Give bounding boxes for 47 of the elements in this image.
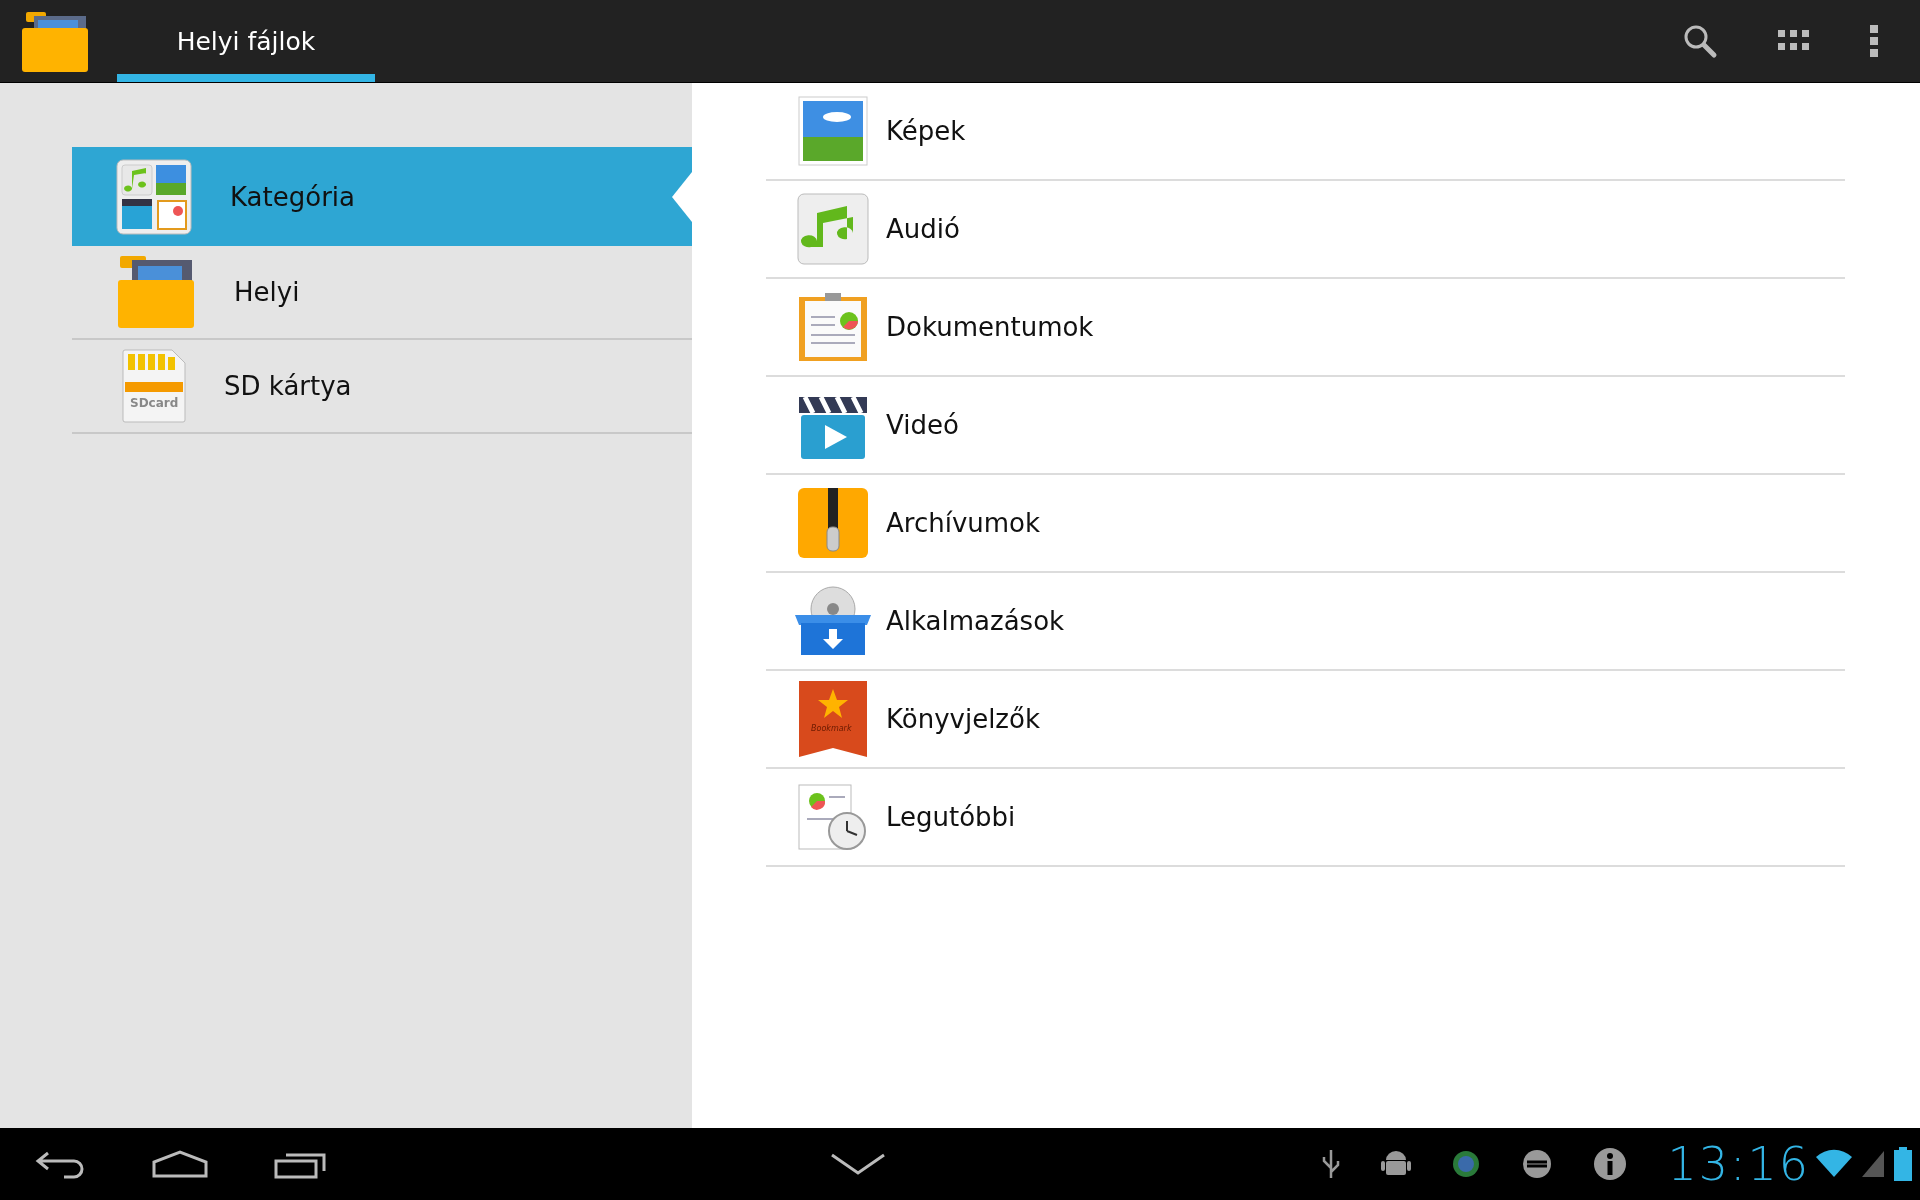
sd-card-label: SDcard — [130, 396, 179, 410]
sd-card-icon — [122, 349, 186, 423]
category-item[interactable]: Archívumok — [766, 475, 1845, 573]
sidebar-item[interactable]: Helyi — [72, 246, 692, 340]
sidebar-label: SD kártya — [224, 371, 352, 401]
category-label: Audió — [886, 214, 960, 244]
sidebar-label: Kategória — [230, 181, 355, 212]
document-clock-icon — [797, 781, 869, 853]
bookmark-label: Bookmark — [811, 724, 852, 734]
search-icon[interactable] — [1682, 23, 1718, 59]
overflow-menu-icon[interactable] — [1870, 25, 1878, 57]
folder-icon — [116, 254, 196, 330]
usb-icon — [1321, 1148, 1342, 1180]
grid-icon[interactable] — [1778, 30, 1810, 52]
category-item[interactable]: Legutóbbi — [766, 769, 1845, 867]
category-label: Könyvjelzők — [886, 704, 1040, 734]
globe-icon — [1451, 1148, 1482, 1180]
category-label: Dokumentumok — [886, 312, 1094, 342]
category-item[interactable]: Audió — [766, 181, 1845, 279]
landscape-photo-icon — [797, 95, 869, 167]
cell-signal-icon — [1860, 1149, 1886, 1179]
category-label: Alkalmazások — [886, 606, 1065, 636]
clock: 13:16 — [1667, 1137, 1810, 1191]
sidebar-label: Helyi — [234, 277, 300, 307]
zipper-icon — [797, 487, 869, 559]
category-grid-icon — [116, 158, 192, 235]
music-note-icon — [797, 193, 869, 265]
category-label: Archívumok — [886, 508, 1041, 538]
category-item[interactable]: Videó — [766, 377, 1845, 475]
home-icon[interactable] — [152, 1150, 208, 1178]
bookmark-ribbon-icon — [799, 681, 867, 757]
info-icon — [1593, 1147, 1628, 1181]
category-item[interactable]: Képek — [766, 83, 1845, 181]
box-download-icon — [793, 585, 873, 657]
category-label: Videó — [886, 410, 959, 440]
category-label: Legutóbbi — [886, 802, 1016, 832]
category-label: Képek — [886, 116, 966, 146]
sidebar-item[interactable]: Kategória — [72, 147, 692, 246]
back-icon[interactable] — [34, 1149, 86, 1179]
battery-icon — [1894, 1147, 1912, 1181]
category-item[interactable]: Dokumentumok — [766, 279, 1845, 377]
wifi-icon — [1816, 1149, 1852, 1179]
sidebar-item[interactable]: SDcard SD kártya — [72, 340, 692, 434]
category-item[interactable]: Bookmark Könyvjelzők — [766, 671, 1845, 769]
clipboard-chart-icon — [797, 291, 869, 363]
category-item[interactable]: Alkalmazások — [766, 573, 1845, 671]
chevron-down-icon[interactable] — [829, 1153, 886, 1175]
